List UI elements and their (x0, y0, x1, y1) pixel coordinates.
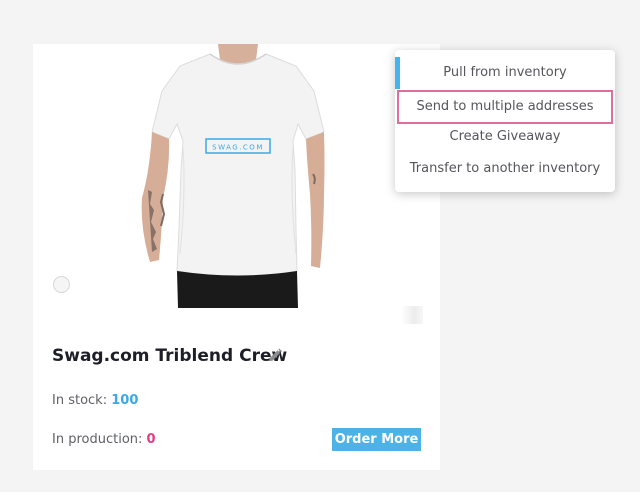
order-more-button[interactable]: Order More (332, 428, 421, 451)
production-row: In production: 0 (52, 432, 156, 447)
menu-item-send-to-multiple-addresses[interactable]: Send to multiple addresses (397, 90, 613, 124)
shirt-print-text: SWAG.COM (212, 144, 264, 152)
stock-value: 100 (111, 393, 139, 408)
menu-item-pull-from-inventory[interactable]: Pull from inventory (395, 64, 615, 82)
production-value: 0 (146, 432, 156, 447)
image-corner-shadow (401, 306, 423, 324)
product-card: SWAG.COM Swag.com Triblend Crew In stock… (33, 44, 440, 470)
menu-item-create-giveaway[interactable]: Create Giveaway (395, 128, 615, 146)
product-title: Swag.com Triblend Crew (52, 346, 288, 366)
product-image-area[interactable]: SWAG.COM (33, 44, 440, 329)
product-image: SWAG.COM (141, 44, 325, 308)
stock-label: In stock: (52, 393, 108, 408)
select-radio[interactable] (53, 276, 70, 293)
actions-dropdown-menu: Pull from inventory Send to multiple add… (395, 50, 615, 192)
stock-row: In stock: 100 (52, 393, 138, 408)
production-label: In production: (52, 432, 143, 447)
pencil-icon[interactable] (267, 348, 283, 364)
menu-item-transfer-to-another-inventory[interactable]: Transfer to another inventory (395, 160, 615, 178)
